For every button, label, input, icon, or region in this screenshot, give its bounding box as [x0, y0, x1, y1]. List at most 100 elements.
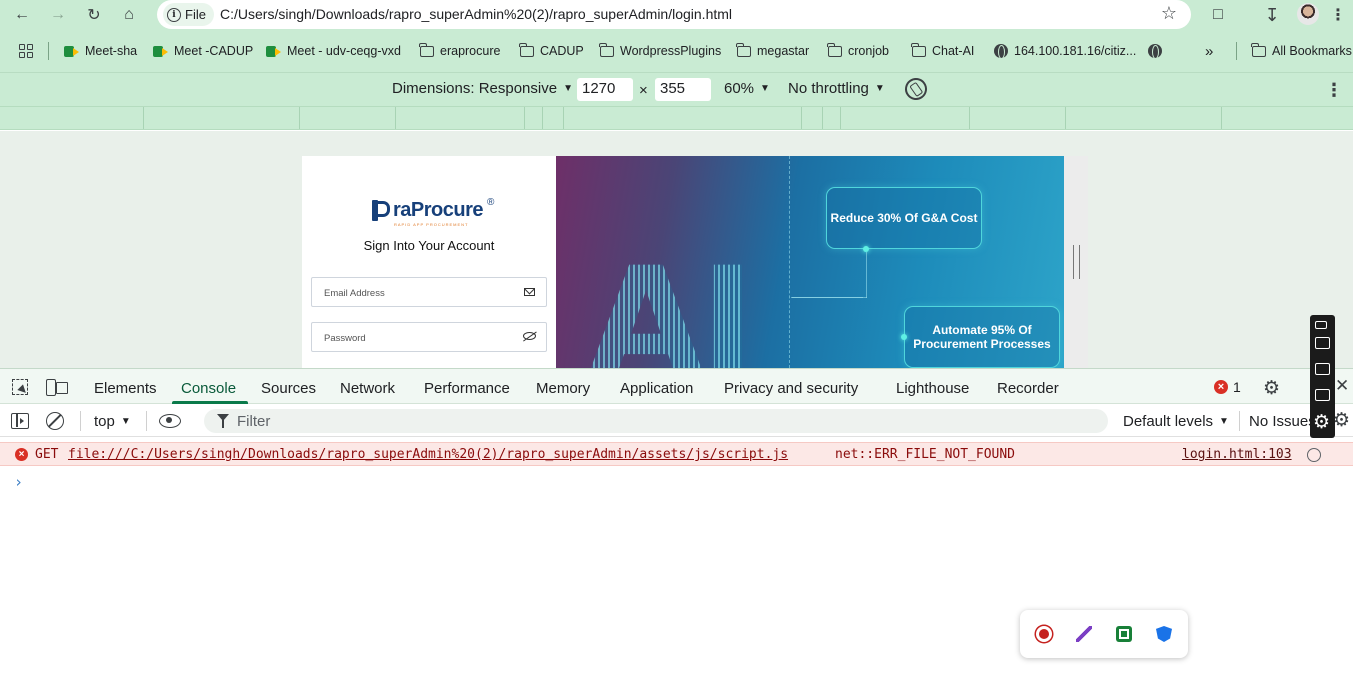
filter-funnel-icon: [217, 414, 229, 428]
tab-memory[interactable]: Memory: [536, 380, 590, 397]
tab-lighthouse[interactable]: Lighthouse: [896, 380, 969, 397]
bookmarks-bar: Meet-sha Meet -CADUP Meet - udv-ceqg-vxd…: [0, 39, 1353, 63]
address-bar[interactable]: i File C:/Users/singh/Downloads/rapro_su…: [157, 0, 1191, 29]
reload-icon[interactable]: ↻: [82, 3, 106, 27]
height-input[interactable]: 355: [655, 78, 711, 101]
zoom-dropdown[interactable]: 60% ▼: [724, 80, 770, 97]
show-sidebar-icon[interactable]: [11, 413, 29, 429]
connector-line: [866, 252, 867, 298]
levels-label: Default levels: [1123, 413, 1214, 430]
floating-capture-toolbar: ⚙: [1310, 315, 1335, 438]
throttling-dropdown[interactable]: No throttling ▼: [788, 80, 885, 97]
bookmark-wordpressplugins[interactable]: WordpressPlugins: [599, 39, 721, 63]
download-icon[interactable]: ↧: [1260, 3, 1284, 27]
email-field[interactable]: Email Address: [311, 277, 547, 307]
zoom-label: 60%: [724, 80, 755, 97]
record-icon[interactable]: [1036, 626, 1052, 642]
file-chip-label: File: [185, 7, 206, 22]
logo-tagline: RAPID APP PROCUREMENT: [394, 222, 469, 227]
extensions-puzzle-icon[interactable]: □: [1206, 3, 1230, 27]
connector-line: [792, 252, 867, 298]
pin-icon[interactable]: [1315, 321, 1327, 329]
console-prompt[interactable]: ›: [14, 473, 23, 491]
dashed-divider: [789, 156, 790, 368]
caret-down-icon: ▼: [1219, 416, 1229, 427]
folder-icon: [599, 42, 614, 57]
console-filter-input[interactable]: Filter: [204, 409, 1108, 433]
tab-sources[interactable]: Sources: [261, 380, 316, 397]
logo-mark-icon: [372, 200, 390, 221]
tab-console[interactable]: Console: [181, 380, 236, 397]
devtools-tab-bar: Elements Console Sources Network Perform…: [0, 369, 1353, 404]
width-input[interactable]: 1270: [577, 78, 633, 101]
all-bookmarks-button[interactable]: All Bookmarks: [1251, 39, 1352, 63]
bookmark-star-icon[interactable]: ☆: [1161, 3, 1177, 24]
inspect-element-icon[interactable]: [12, 379, 28, 395]
dimensions-dropdown[interactable]: Dimensions: Responsive ▼: [392, 80, 573, 97]
clear-console-icon[interactable]: [46, 412, 64, 430]
copy-icon[interactable]: [1315, 389, 1330, 401]
device-frame: raProcure ® RAPID APP PROCUREMENT Sign I…: [302, 156, 1088, 368]
bookmark-label: 164.100.181.16/citiz...: [1014, 44, 1137, 58]
tab-elements[interactable]: Elements: [94, 380, 157, 397]
ai-circuit-graphic: AI: [588, 248, 756, 368]
media-query-bar[interactable]: [0, 106, 1353, 130]
pen-icon[interactable]: [1076, 626, 1092, 642]
password-placeholder: Password: [324, 333, 366, 344]
camera-icon[interactable]: [1315, 337, 1330, 349]
site-info-chip[interactable]: i File: [163, 3, 214, 26]
log-levels-dropdown[interactable]: Default levels ▼: [1123, 413, 1229, 430]
error-count-badge[interactable]: × 1: [1214, 379, 1241, 395]
video-camera-icon[interactable]: [1315, 363, 1330, 375]
profile-avatar[interactable]: [1297, 3, 1319, 25]
toolbar-divider: [146, 411, 147, 431]
bookmark-chat-ai[interactable]: Chat-AI: [911, 39, 974, 63]
emulated-viewport: raProcure ® RAPID APP PROCUREMENT Sign I…: [0, 131, 1353, 368]
tab-performance[interactable]: Performance: [424, 380, 510, 397]
bookmark-globe[interactable]: [1148, 39, 1162, 63]
logo-registered-mark: ®: [487, 197, 495, 208]
apps-grid-icon[interactable]: [19, 44, 33, 58]
browser-toolbar: ← → ↻ ⌂ i File C:/Users/singh/Downloads/…: [0, 0, 1353, 72]
folder-icon: [911, 42, 926, 57]
bookmark-meet-udv[interactable]: Meet - udv-ceqg-vxd: [266, 39, 401, 63]
tab-network[interactable]: Network: [340, 380, 395, 397]
back-arrow-icon[interactable]: ←: [10, 3, 34, 27]
tab-application[interactable]: Application: [620, 380, 693, 397]
context-selector[interactable]: top ▼: [94, 413, 131, 430]
bookmark-meet-cadup[interactable]: Meet -CADUP: [153, 39, 253, 63]
device-toolbar-more-icon[interactable]: ⋮: [1325, 80, 1343, 101]
hero-banner: AI Reduce 30% Of G&A Cost Automate 95% O…: [556, 156, 1064, 368]
issues-count[interactable]: No Issues: [1249, 413, 1316, 430]
bookmark-citizen-ip[interactable]: 164.100.181.16/citiz...: [994, 39, 1136, 63]
eye-slash-icon[interactable]: [523, 332, 536, 340]
bookmark-meet-sha[interactable]: Meet-sha: [64, 39, 137, 63]
bookmark-eraprocure[interactable]: eraprocure: [419, 39, 500, 63]
capture-settings-gear-icon[interactable]: ⚙: [1313, 411, 1330, 434]
viewport-resize-handle[interactable]: [1073, 245, 1080, 279]
shield-warning-icon[interactable]: [1156, 626, 1172, 642]
password-field[interactable]: Password: [311, 322, 547, 352]
home-icon[interactable]: ⌂: [117, 3, 141, 27]
device-toggle-icon[interactable]: [46, 379, 68, 396]
error-source-link[interactable]: login.html:103: [1182, 447, 1292, 462]
bookmark-megastar[interactable]: megastar: [736, 39, 809, 63]
tab-privacy-and-security[interactable]: Privacy and security: [724, 380, 858, 397]
forward-arrow-icon[interactable]: →: [46, 3, 70, 27]
connector-dot: [863, 246, 869, 252]
url-text[interactable]: C:/Users/singh/Downloads/rapro_superAdmi…: [220, 6, 732, 22]
close-devtools-icon[interactable]: ✕: [1335, 376, 1349, 396]
bookmark-cadup[interactable]: CADUP: [519, 39, 584, 63]
error-url-link[interactable]: file:///C:/Users/singh/Downloads/rapro_s…: [68, 447, 788, 462]
console-toolbar: top ▼ Filter Default levels ▼ No Issues ⚙: [0, 405, 1353, 437]
bookmark-cronjob[interactable]: cronjob: [827, 39, 889, 63]
network-request-icon[interactable]: [1307, 448, 1321, 462]
bookmarks-overflow-button[interactable]: »: [1205, 39, 1213, 63]
rotate-icon[interactable]: [900, 73, 932, 105]
browser-menu-icon[interactable]: ⋮: [1326, 3, 1350, 27]
green-app-icon[interactable]: [1116, 626, 1132, 642]
tab-recorder[interactable]: Recorder: [997, 380, 1059, 397]
console-settings-gear-icon[interactable]: ⚙: [1333, 409, 1350, 432]
settings-gear-icon[interactable]: ⚙: [1263, 377, 1280, 400]
live-expression-eye-icon[interactable]: [159, 414, 181, 428]
